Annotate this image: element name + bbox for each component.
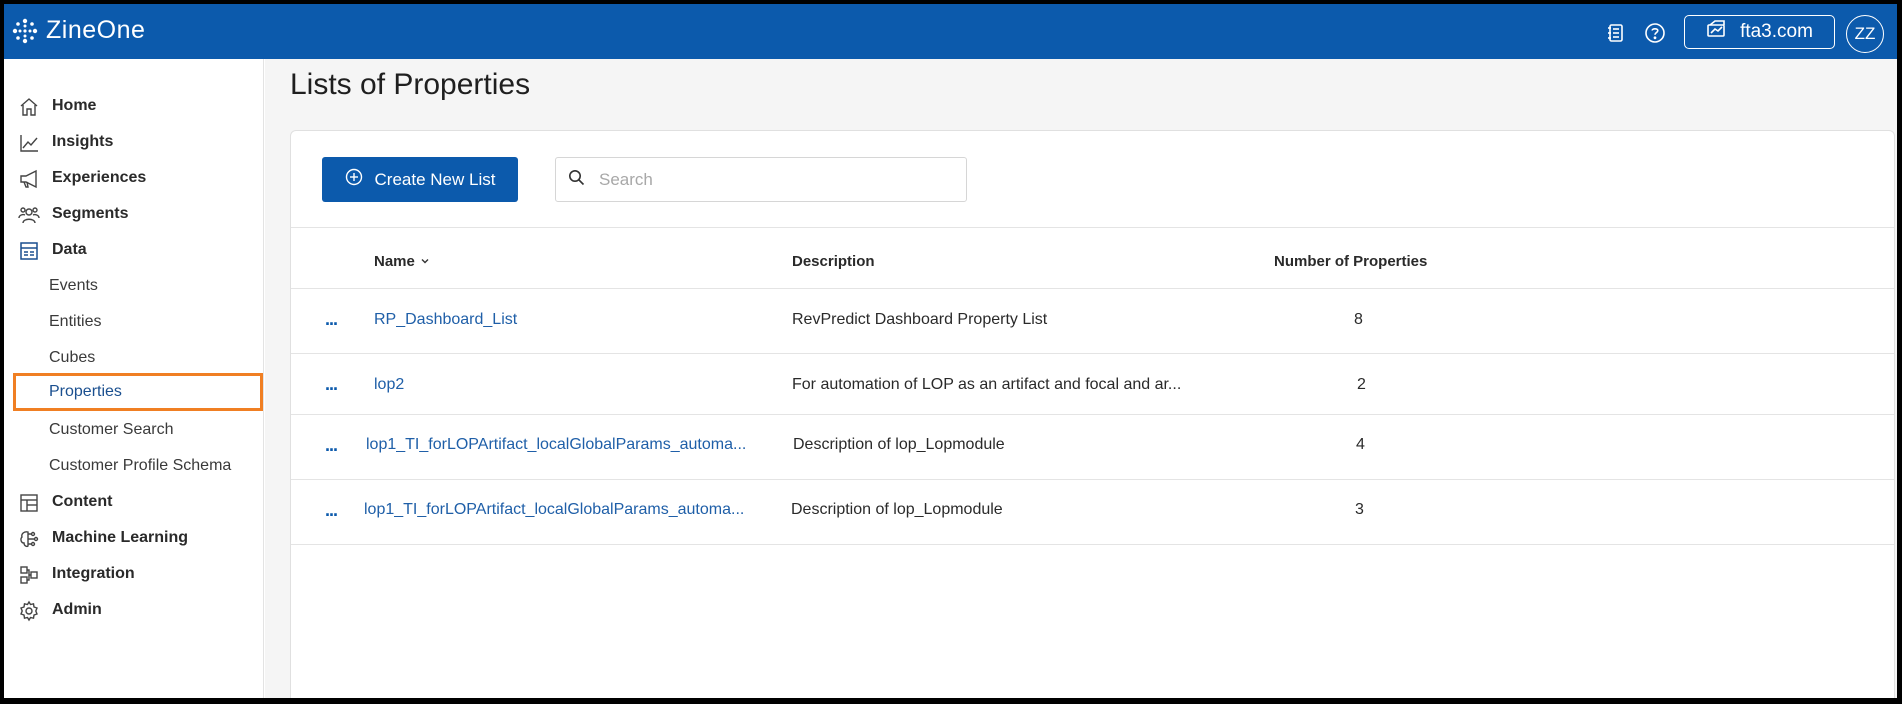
search-input[interactable]	[599, 169, 939, 190]
brain-icon	[18, 528, 40, 550]
sidebar-item-admin[interactable]: Admin	[4, 593, 264, 627]
gear-icon	[18, 600, 40, 622]
list-name-link[interactable]: lop1_TI_forLOPArtifact_localGlobalParams…	[364, 501, 744, 519]
help-icon[interactable]	[1644, 22, 1666, 44]
list-description: RevPredict Dashboard Property List	[792, 311, 1048, 328]
sidebar-item-integration[interactable]: Integration	[4, 557, 264, 591]
list-property-count: 8	[1354, 311, 1363, 328]
list-name-link[interactable]: RP_Dashboard_List	[374, 311, 517, 329]
notebook-icon[interactable]	[1605, 22, 1627, 44]
sidebar-item-label: Insights	[52, 133, 114, 150]
sidebar-item-experiences[interactable]: Experiences	[4, 161, 264, 195]
toolbar-divider	[291, 227, 1894, 228]
lists-panel: Create New List Name Description Number …	[290, 130, 1895, 698]
brand-name: ZineOne	[46, 16, 146, 44]
search-box[interactable]	[555, 157, 967, 202]
chart-line-icon	[18, 132, 40, 154]
megaphone-icon	[18, 168, 40, 190]
sidebar-subitem-label: Cubes	[49, 349, 96, 366]
home-icon	[18, 96, 40, 118]
search-icon	[556, 169, 585, 191]
page-title: Lists of Properties	[290, 68, 531, 101]
brand-logo[interactable]: ZineOne	[12, 16, 145, 45]
list-name-link[interactable]: lop2	[374, 376, 404, 394]
row-menu-icon[interactable]: ...	[325, 435, 338, 456]
table-row: ... lop1_TI_forLOPArtifact_localGlobalPa…	[291, 480, 1894, 544]
sidebar-item-label: Integration	[52, 565, 135, 582]
data-table-icon	[18, 240, 40, 262]
column-header-number-of-properties: Number of Properties	[1274, 253, 1428, 270]
create-new-list-button[interactable]: Create New List	[322, 157, 518, 202]
main-content: Lists of Properties Create New List Name	[265, 59, 1897, 698]
sidebar-item-segments[interactable]: Segments	[4, 197, 264, 231]
sidebar-item-label: Experiences	[52, 169, 147, 186]
user-avatar[interactable]: ZZ	[1846, 15, 1884, 53]
sidebar-item-label: Admin	[52, 601, 102, 618]
list-property-count: 3	[1355, 501, 1364, 518]
list-name-link[interactable]: lop1_TI_forLOPArtifact_localGlobalParams…	[366, 436, 746, 454]
layout-icon	[18, 492, 40, 514]
table-row: ... lop1_TI_forLOPArtifact_localGlobalPa…	[291, 415, 1894, 479]
sidebar-subitem-label: Entities	[49, 313, 102, 330]
table-row: ... lop2 For automation of LOP as an art…	[291, 354, 1894, 414]
top-header: ZineOne fta3.com ZZ	[4, 4, 1897, 59]
list-property-count: 4	[1356, 436, 1365, 453]
create-new-list-label: Create New List	[374, 169, 496, 189]
sidebar-subitem-label: Customer Search	[49, 421, 174, 438]
sidebar-subitem-cubes[interactable]: Cubes	[4, 341, 264, 375]
sidebar-subitem-label: Properties	[49, 383, 122, 400]
column-header-name[interactable]: Name	[374, 253, 430, 270]
sidebar-item-label: Data	[52, 241, 87, 258]
sidebar-subitem-properties[interactable]: Properties	[13, 373, 263, 411]
row-menu-icon[interactable]: ...	[325, 374, 338, 395]
list-description: Description of lop_Lopmodule	[791, 501, 1003, 518]
sidebar-item-machine-learning[interactable]: Machine Learning	[4, 521, 264, 555]
sidebar-item-data[interactable]: Data	[4, 233, 264, 267]
sidebar-item-label: Machine Learning	[52, 529, 189, 546]
column-header-description: Description	[792, 253, 875, 270]
row-menu-icon[interactable]: ...	[325, 309, 338, 330]
sidebar-item-label: Home	[52, 97, 97, 114]
sidebar-subitem-entities[interactable]: Entities	[4, 305, 264, 339]
sidebar-subitem-label: Customer Profile Schema	[49, 457, 232, 474]
tenant-icon	[1706, 20, 1740, 44]
sidebar-item-content[interactable]: Content	[4, 485, 264, 519]
sidebar-subitem-label: Events	[49, 277, 98, 294]
sidebar-item-home[interactable]: Home	[4, 89, 264, 123]
list-property-count: 2	[1357, 376, 1366, 393]
sort-chevron-down-icon	[415, 253, 430, 270]
sidebar-item-label: Segments	[52, 205, 129, 222]
plus-circle-icon	[345, 168, 375, 191]
sidebar-subitem-customer-profile-schema[interactable]: Customer Profile Schema	[4, 449, 264, 483]
sidebar-subitem-customer-search[interactable]: Customer Search	[4, 413, 264, 447]
row-divider	[291, 544, 1894, 545]
integration-icon	[18, 564, 40, 586]
list-description: For automation of LOP as an artifact and…	[792, 376, 1182, 393]
sidebar-item-insights[interactable]: Insights	[4, 125, 264, 159]
tenant-selector[interactable]: fta3.com	[1684, 15, 1835, 49]
zineone-logo-icon	[12, 18, 38, 44]
tenant-name: fta3.com	[1740, 21, 1813, 42]
sidebar-subitem-events[interactable]: Events	[4, 269, 264, 303]
app-window: ZineOne fta3.com ZZ Home Insights Experi…	[4, 4, 1897, 698]
users-icon	[18, 204, 40, 226]
sidebar-item-label: Content	[52, 493, 113, 510]
sidebar: Home Insights Experiences Segments Data	[4, 59, 264, 698]
list-description: Description of lop_Lopmodule	[793, 436, 1005, 453]
column-header-name-label: Name	[374, 253, 415, 270]
table-row: ... RP_Dashboard_List RevPredict Dashboa…	[291, 289, 1894, 353]
row-menu-icon[interactable]: ...	[325, 500, 338, 521]
